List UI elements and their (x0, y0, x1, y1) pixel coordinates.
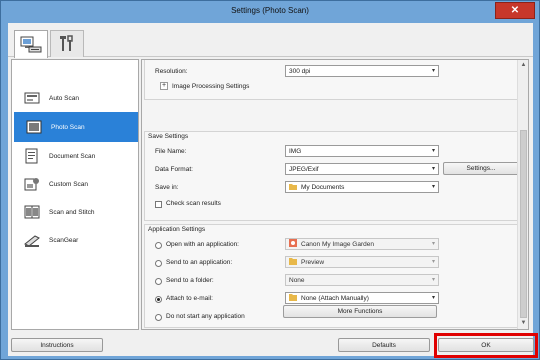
send-to-app-radio[interactable] (155, 260, 162, 267)
nav-label: Custom Scan (49, 180, 89, 188)
nav-label: Document Scan (49, 152, 96, 160)
scrollbar-thumb[interactable] (520, 130, 527, 318)
resolution-label: Resolution: (155, 68, 188, 75)
photo-scan-icon (25, 118, 43, 136)
scangear-icon (23, 231, 41, 249)
chevron-down-icon: ▾ (431, 148, 435, 154)
nav-label: Auto Scan (49, 94, 79, 102)
dialog-client-area: Auto Scan Photo Scan Document Scan Custo… (8, 23, 533, 356)
nav-item-document-scan[interactable]: Document Scan (12, 142, 138, 170)
save-settings-title: Save Settings (148, 133, 189, 140)
scroll-down-icon[interactable]: ▼ (519, 319, 528, 328)
check-scan-results-checkbox[interactable] (155, 201, 162, 208)
folder-icon (289, 183, 297, 192)
instructions-button[interactable]: Instructions (11, 338, 103, 352)
ok-button-highlight-box (434, 333, 538, 358)
tab-scan[interactable] (14, 30, 48, 58)
open-with-app-select[interactable]: Canon My Image Garden ▾ (285, 238, 439, 250)
expand-image-processing-button[interactable]: + (160, 82, 168, 90)
tab-general-settings[interactable] (50, 30, 84, 57)
scan-mode-list: Auto Scan Photo Scan Document Scan Custo… (11, 59, 139, 330)
my-image-garden-icon (289, 239, 297, 249)
file-name-label: File Name: (155, 148, 187, 155)
data-format-select[interactable]: JPEG/Exif ▾ (285, 163, 439, 175)
attach-email-radio[interactable] (155, 296, 162, 303)
nav-label: Scan and Stitch (49, 208, 95, 216)
resolution-select[interactable]: 300 dpi ▾ (285, 65, 439, 77)
open-with-app-radio[interactable] (155, 242, 162, 249)
attach-email-label: Attach to e-mail: (166, 295, 213, 302)
document-scan-icon (23, 147, 41, 165)
do-not-start-label: Do not start any application (166, 313, 245, 320)
scanner-computer-icon (20, 36, 42, 52)
send-to-folder-label: Send to a folder: (166, 277, 214, 284)
chevron-down-icon: ▾ (431, 184, 435, 190)
application-settings-title: Application Settings (148, 226, 206, 233)
send-to-folder-select[interactable]: None ▾ (285, 274, 439, 286)
custom-scan-icon (23, 175, 41, 193)
save-in-select[interactable]: My Documents ▾ (285, 181, 439, 193)
nav-label: ScanGear (49, 236, 79, 244)
send-to-app-label: Send to an application: (166, 259, 233, 266)
chevron-down-icon: ▾ (431, 277, 435, 283)
chevron-down-icon: ▾ (431, 295, 435, 301)
nav-item-custom-scan[interactable]: Custom Scan (12, 170, 138, 198)
auto-scan-icon (23, 89, 41, 107)
check-scan-results-label: Check scan results (166, 200, 221, 207)
do-not-start-radio[interactable] (155, 314, 162, 321)
image-processing-label: Image Processing Settings (172, 83, 250, 90)
folder-icon (289, 293, 297, 303)
window-title: Settings (Photo Scan) (231, 6, 309, 15)
plus-icon: + (161, 82, 167, 89)
tab-strip (8, 23, 533, 58)
more-functions-button[interactable]: More Functions (283, 305, 437, 318)
chevron-down-icon: ▾ (431, 241, 435, 247)
file-name-combo[interactable]: IMG ▾ (285, 145, 439, 157)
defaults-button[interactable]: Defaults (338, 338, 430, 352)
preview-app-icon (289, 257, 297, 267)
settings-panel: Resolution: 300 dpi ▾ + Image Processing… (141, 59, 529, 330)
send-to-folder-radio[interactable] (155, 278, 162, 285)
format-settings-button[interactable]: Settings... (443, 162, 519, 175)
nav-item-scangear[interactable]: ScanGear (12, 226, 138, 254)
chevron-down-icon: ▾ (431, 166, 435, 172)
tools-icon (60, 35, 73, 51)
nav-label: Photo Scan (51, 123, 85, 131)
scan-options-group: Resolution: 300 dpi ▾ + Image Processing… (144, 60, 518, 100)
scan-and-stitch-icon (23, 203, 41, 221)
settings-scrollbar[interactable]: ▲ ▼ (517, 60, 528, 329)
nav-item-scan-and-stitch[interactable]: Scan and Stitch (12, 198, 138, 226)
save-settings-group: Save Settings File Name: IMG ▾ Data Form… (144, 131, 519, 221)
nav-item-photo-scan[interactable]: Photo Scan (14, 112, 138, 142)
save-in-label: Save in: (155, 184, 179, 191)
close-icon: ✕ (510, 5, 520, 16)
nav-item-auto-scan[interactable]: Auto Scan (12, 84, 138, 112)
close-button[interactable]: ✕ (495, 2, 535, 19)
settings-window: Settings (Photo Scan) ✕ Auto Scan Photo … (0, 0, 540, 360)
send-to-app-select[interactable]: Preview ▾ (285, 256, 439, 268)
attach-email-select[interactable]: None (Attach Manually) ▾ (285, 292, 439, 304)
scroll-up-icon[interactable]: ▲ (519, 61, 528, 70)
data-format-label: Data Format: (155, 166, 193, 173)
open-with-app-label: Open with an application: (166, 241, 239, 248)
chevron-down-icon: ▾ (431, 259, 435, 265)
chevron-down-icon: ▾ (431, 68, 435, 74)
